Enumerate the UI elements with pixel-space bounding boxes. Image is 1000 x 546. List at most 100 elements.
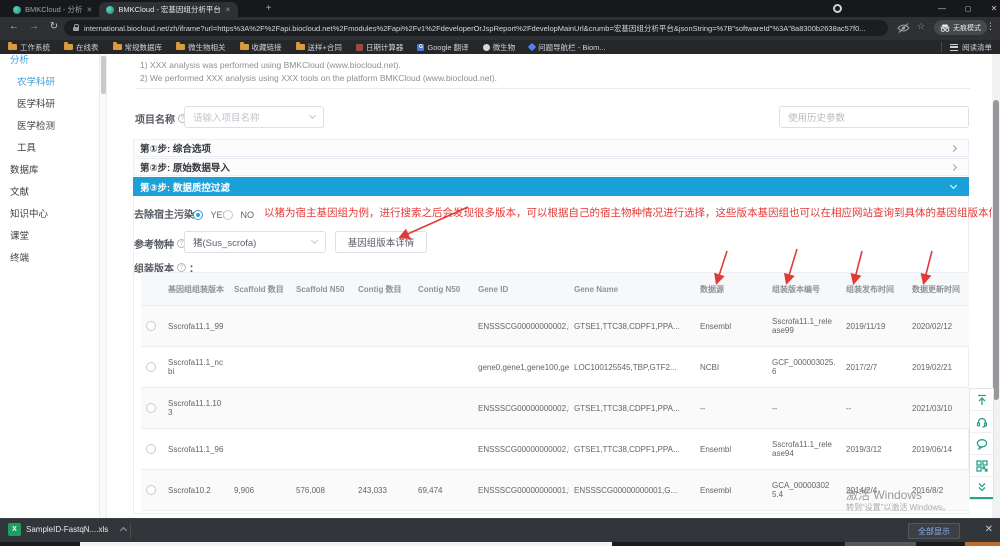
scrollbar-thumb[interactable] — [101, 56, 106, 94]
sidebar-item[interactable]: 农学科研 — [0, 70, 99, 92]
collapse-button[interactable] — [970, 477, 993, 499]
maximize-button[interactable]: ▢ — [958, 0, 978, 17]
reading-list-button[interactable]: 阅读清单 — [941, 42, 992, 52]
radio-cell — [141, 347, 163, 388]
step-header[interactable]: 第②步: 原始数据导入 — [133, 158, 969, 176]
forward-button[interactable]: → — [26, 21, 42, 32]
chevron-right-icon — [950, 163, 957, 170]
sidebar-item[interactable]: 医学检测 — [0, 114, 99, 136]
row-radio[interactable] — [146, 485, 156, 495]
bookmark-item[interactable]: 工作系统 — [8, 42, 50, 53]
folder-icon — [176, 44, 185, 50]
sidebar-item[interactable]: 知识中心 — [0, 202, 99, 224]
back-to-top-button[interactable] — [970, 389, 993, 411]
chat-bubble-icon — [976, 438, 988, 450]
download-bar-close-button[interactable]: ✕ — [985, 524, 993, 535]
extension-icon[interactable] — [833, 4, 842, 13]
tabs-container: BMKCloud - 分析✕BMKCloud - 宏基因组分析平台✕ — [6, 2, 238, 17]
customer-service-button[interactable] — [970, 411, 993, 433]
history-params-select[interactable]: 使用历史参数 — [779, 106, 969, 128]
tab-close-icon[interactable]: ✕ — [87, 6, 93, 14]
incognito-badge[interactable]: 无痕模式 — [934, 20, 987, 35]
radio-no[interactable]: NO — [223, 206, 254, 224]
page-icon — [356, 44, 363, 51]
sidebar-item[interactable]: 分析 — [0, 54, 99, 70]
taskbar — [0, 542, 1000, 546]
table-cell — [353, 306, 413, 347]
table-cell: 2021/03/10 — [907, 388, 969, 429]
table-cell: GTSE1,TTC38,CDPF1,PPA... — [569, 306, 695, 347]
bookmark-star-icon[interactable]: ☆ — [917, 21, 925, 32]
tab-close-icon[interactable]: ✕ — [225, 6, 231, 14]
row-radio[interactable] — [146, 321, 156, 331]
table-row[interactable]: Sscrofa10.29,906576,008243,03369,474ENSS… — [141, 470, 969, 511]
project-name-placeholder: 请输入项目名称 — [193, 110, 260, 124]
sidebar-item[interactable]: 医学科研 — [0, 92, 99, 114]
radio-no-circle[interactable] — [223, 210, 233, 220]
bookmark-item[interactable]: 微生物相关 — [176, 42, 226, 53]
browser-tab[interactable]: BMKCloud - 分析✕ — [6, 2, 99, 17]
table-row[interactable]: Sscrofa11.1.103ENSSSCG00000000002,E...GT… — [141, 388, 969, 429]
taskbar-app-button[interactable] — [845, 542, 916, 546]
bookmark-item[interactable]: 收藏链接 — [240, 42, 282, 53]
project-name-select[interactable]: 请输入项目名称 — [184, 106, 324, 128]
bookmark-label: 常规数据库 — [125, 42, 163, 53]
qr-code-button[interactable] — [970, 455, 993, 477]
table-cell — [291, 347, 353, 388]
bookmark-item[interactable]: 在线表 — [64, 42, 99, 53]
column-header: 基因组组装版本 — [163, 273, 229, 306]
translate-icon: G — [417, 44, 424, 51]
sidebar-item[interactable]: 终端 — [0, 246, 99, 268]
bookmark-item[interactable]: 常规数据库 — [113, 42, 163, 53]
bookmark-label: 工作系统 — [20, 42, 50, 53]
table-row[interactable]: Sscrofa11.1_99ENSSSCG00000000002,E...GTS… — [141, 306, 969, 347]
taskbar-app-button-orange[interactable] — [965, 542, 1000, 546]
new-tab-button[interactable]: + — [262, 2, 275, 15]
bookmark-item[interactable]: GGoogle 翻译 — [417, 42, 468, 53]
sidebar-item[interactable]: 工具 — [0, 136, 99, 158]
sidebar-item[interactable]: 课堂 — [0, 224, 99, 246]
bookmark-item[interactable]: 微生物 — [483, 42, 516, 53]
sidebar-item[interactable]: 文献 — [0, 180, 99, 202]
browser-tab[interactable]: BMKCloud - 宏基因组分析平台✕ — [99, 2, 237, 17]
step-label: 第③步: 数据质控过滤 — [140, 180, 230, 194]
help-icon[interactable]: ? — [177, 263, 186, 272]
taskbar-search-box[interactable] — [80, 542, 612, 546]
table-row[interactable]: Sscrofa11.1_ncbigene0,gene1,gene100,ge..… — [141, 347, 969, 388]
download-item[interactable]: X SampleID-FastqN....xls — [8, 523, 126, 536]
browser-toolbar: ← → ↻ international.biocloud.net/zh/ifra… — [0, 17, 1000, 40]
table-cell: 2019/11/19 — [841, 306, 907, 347]
assembly-table: 基因组组装版本Scaffold 数目Scaffold N50Contig 数目C… — [141, 272, 969, 511]
chevron-up-icon[interactable] — [120, 527, 127, 534]
sidebar-item[interactable]: 数据库 — [0, 158, 99, 180]
bookmark-item[interactable]: 日期计算器 — [356, 42, 404, 53]
address-bar[interactable]: international.biocloud.net/zh/iframe?url… — [64, 20, 888, 36]
step-header[interactable]: 第③步: 数据质控过滤 — [133, 177, 969, 196]
step-header[interactable]: 第①步: 综合选项 — [133, 139, 969, 157]
bookmark-item[interactable]: 问题导航栏 - Biom... — [529, 42, 606, 53]
show-all-downloads-button[interactable]: 全部显示 — [908, 523, 960, 539]
table-cell: Sscrofa11.1_99 — [163, 306, 229, 347]
ref-species-select[interactable]: 猪(Sus_scrofa) — [184, 231, 326, 253]
minimize-button[interactable]: — — [932, 0, 952, 17]
row-radio[interactable] — [146, 403, 156, 413]
radio-yes-circle[interactable] — [193, 210, 203, 220]
genome-version-detail-button[interactable]: 基因组版本详情 — [335, 231, 427, 253]
table-row[interactable]: Sscrofa11.1_96ENSSSCG00000000002,E...GTS… — [141, 429, 969, 470]
page-scrollbar-thumb[interactable] — [993, 100, 999, 400]
eye-slash-icon[interactable] — [897, 23, 910, 33]
row-radio[interactable] — [146, 444, 156, 454]
window-close-button[interactable]: ✕ — [984, 0, 1000, 17]
table-cell: gene0,gene1,gene100,ge... — [473, 347, 569, 388]
table-cell: Ensembl — [695, 306, 767, 347]
back-button[interactable]: ← — [6, 21, 22, 32]
sidebar-scrollbar[interactable] — [100, 54, 107, 518]
bookmark-item[interactable]: 送样+合同 — [296, 42, 342, 53]
folder-icon — [240, 44, 249, 50]
bmk-favicon — [13, 6, 21, 14]
feedback-button[interactable] — [970, 433, 993, 455]
browser-menu-icon[interactable]: ⋮ — [986, 21, 995, 32]
row-radio[interactable] — [146, 362, 156, 372]
table-cell: -- — [767, 388, 841, 429]
reload-button[interactable]: ↻ — [46, 21, 62, 32]
